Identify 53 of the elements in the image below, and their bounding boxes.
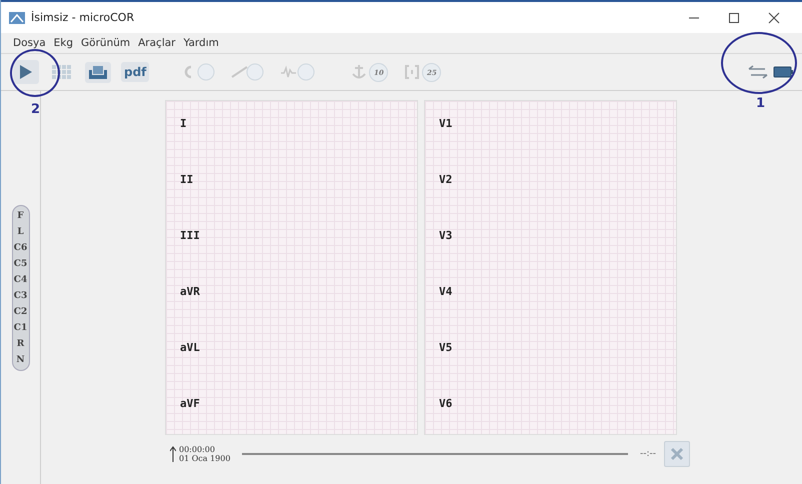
electrode-label: R <box>16 338 24 351</box>
electrode-label: C6 <box>14 242 28 255</box>
timeline-track[interactable] <box>242 453 628 455</box>
lead-label: II <box>180 173 194 188</box>
battery-icon <box>773 65 794 79</box>
lead-label: V6 <box>439 397 454 412</box>
lead-label: V2 <box>439 173 454 188</box>
end-time-label: --:-- <box>640 449 656 459</box>
lead-label: aVF <box>180 397 201 412</box>
c-toggle-icon <box>182 63 216 81</box>
menu-item[interactable]: Dosya <box>9 37 50 49</box>
lead-label: III <box>180 229 201 244</box>
menu-item[interactable]: Yardım <box>180 37 223 49</box>
electrode-label: N <box>16 354 25 367</box>
date-label: 01 Oca 1900 <box>179 454 230 463</box>
electrode-label: L <box>17 226 24 239</box>
time-label: 00:00:00 <box>179 445 216 454</box>
electrode-label: C5 <box>14 258 28 271</box>
connection-icon <box>747 64 769 80</box>
up-arrow-icon <box>170 446 176 462</box>
electrode-label: C3 <box>14 290 28 303</box>
ramp-toggle-icon <box>231 63 264 81</box>
electrode-label: C4 <box>14 274 28 287</box>
electrode-label: F <box>17 210 24 223</box>
electrode-label: C2 <box>14 306 28 319</box>
annotation-circle <box>10 49 60 97</box>
tray-icon <box>88 64 108 80</box>
lead-label: aVR <box>180 285 201 300</box>
close-icon[interactable] <box>768 12 780 24</box>
window-title: İsimsiz - microCOR <box>31 11 136 24</box>
electrode-label: C1 <box>14 322 28 335</box>
lead-label: I <box>180 117 188 132</box>
wave-toggle-icon <box>280 63 316 81</box>
close-icon <box>670 447 684 461</box>
lead-label: V4 <box>439 285 454 300</box>
maximize-icon[interactable] <box>728 12 740 24</box>
menu-item[interactable]: Ekg <box>50 37 78 49</box>
electrode-selector[interactable]: F L C6 C5 C4 C3 C2 C1 R N <box>12 205 30 371</box>
lead-label: V3 <box>439 229 454 244</box>
anchor-icon <box>351 63 368 81</box>
app-icon <box>9 10 25 24</box>
annotation-number: 1 <box>756 96 766 111</box>
annotation-number: 2 <box>31 102 40 117</box>
print-button[interactable] <box>85 62 111 82</box>
brackets-icon <box>404 63 420 81</box>
grid-icon <box>52 65 72 79</box>
menu-item[interactable]: Görünüm <box>77 37 134 49</box>
menu-item[interactable]: Araçlar <box>134 37 180 49</box>
lead-label: aVL <box>180 341 201 356</box>
lead-label: V5 <box>439 341 454 356</box>
lead-label: V1 <box>439 117 454 132</box>
pdf-button[interactable]: pdf <box>121 62 150 82</box>
play-button[interactable] <box>13 60 39 84</box>
